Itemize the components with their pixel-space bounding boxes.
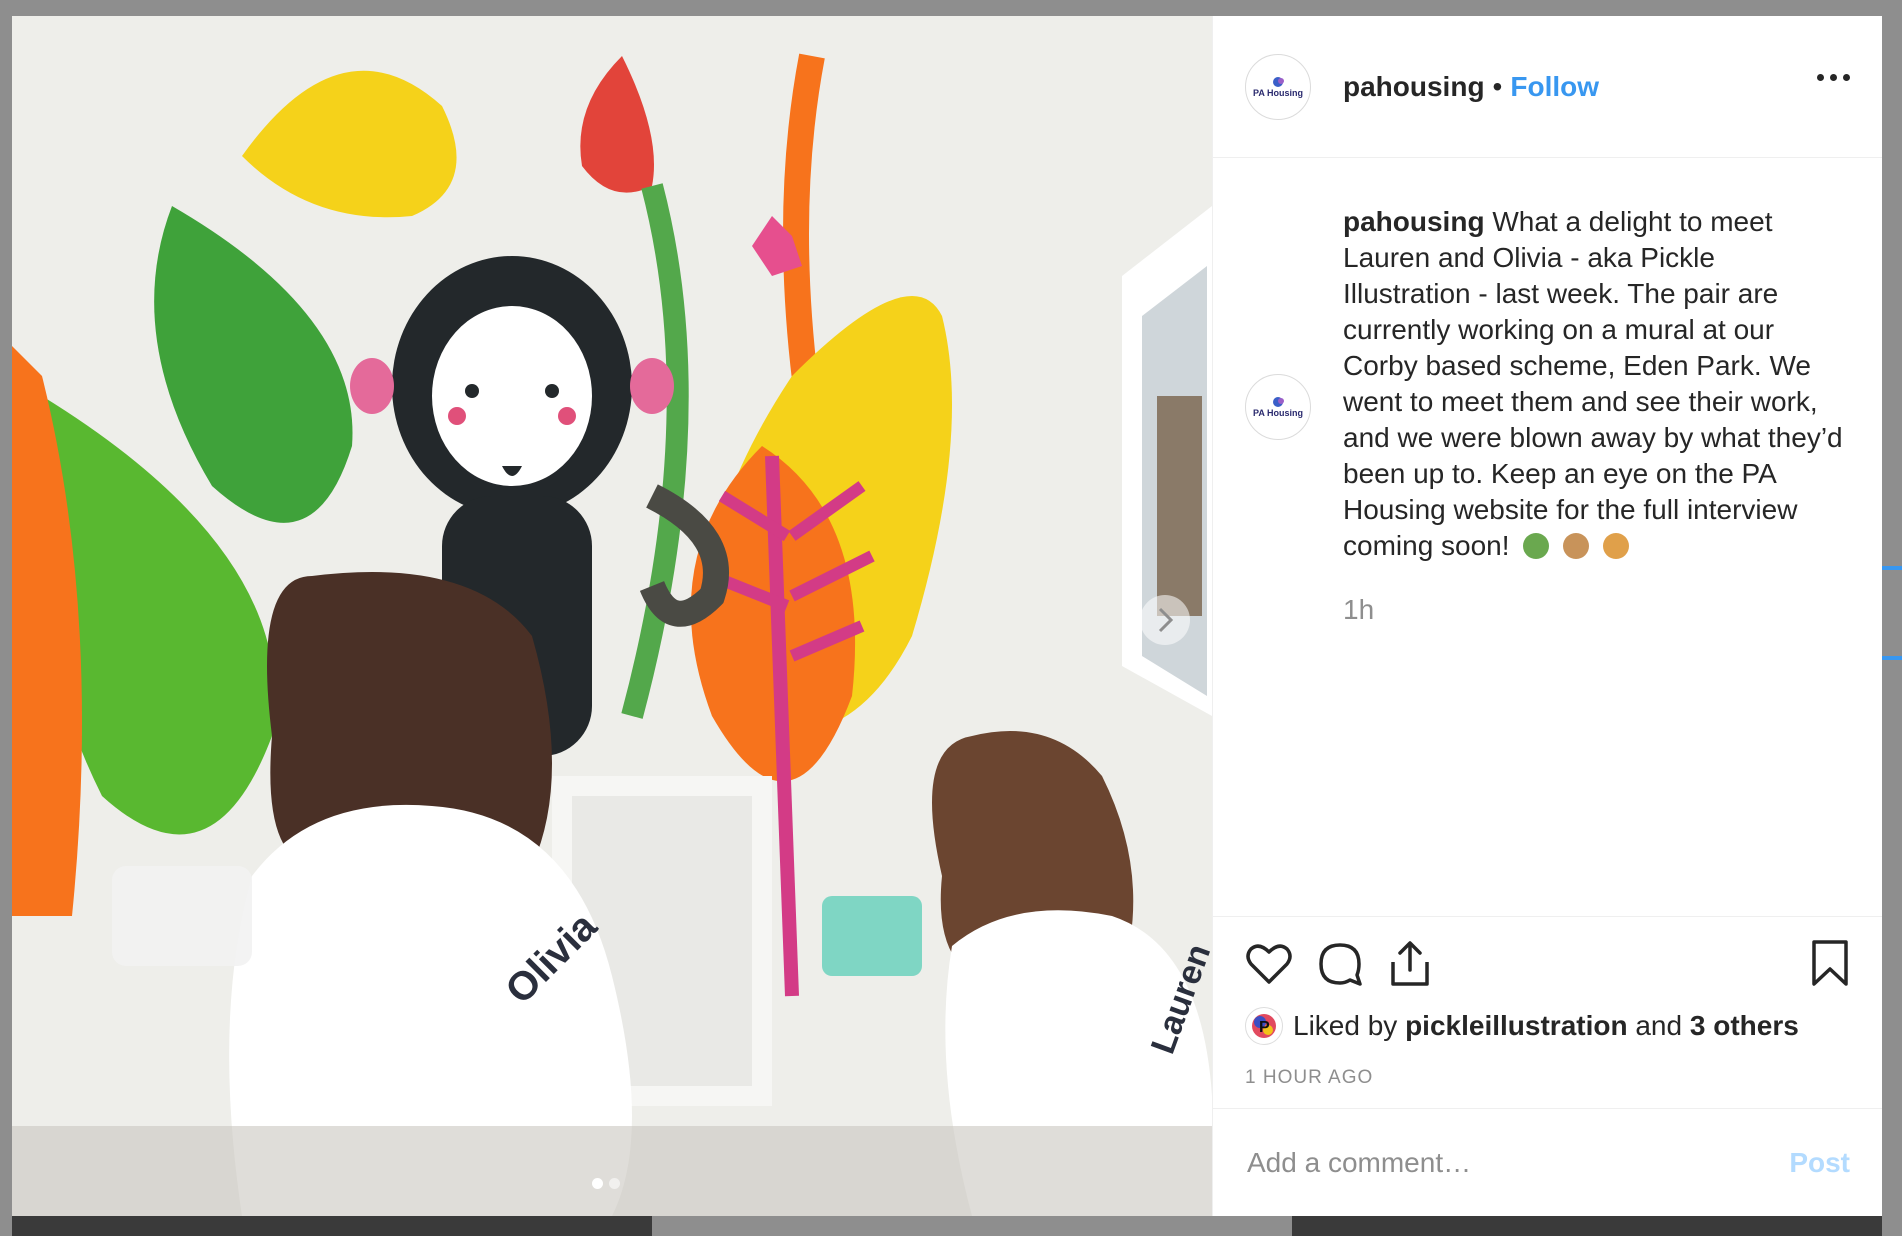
share-icon[interactable]	[1387, 940, 1433, 988]
chevron-right-icon	[1158, 607, 1174, 633]
post-photo: Olivia Lauren	[12, 16, 1212, 1216]
likes-and: and	[1635, 1010, 1683, 1041]
background-accent	[1882, 656, 1902, 660]
more-options-icon[interactable]	[1817, 74, 1850, 81]
liker-avatar[interactable]: P	[1245, 1007, 1283, 1045]
header-username[interactable]: pahousing	[1343, 71, 1485, 103]
pickle-logo-icon: P	[1252, 1014, 1276, 1038]
carousel-dot	[609, 1178, 620, 1189]
herb-emoji-icon	[1523, 533, 1550, 559]
actions-section: P Liked by pickleillustration and 3 othe…	[1213, 916, 1882, 1108]
background-strip	[12, 1216, 652, 1236]
carousel-indicator	[592, 1178, 620, 1189]
liked-by-user-link[interactable]: pickleillustration	[1405, 1010, 1628, 1042]
carousel-dot-active	[592, 1178, 603, 1189]
background-accent	[1882, 566, 1902, 570]
mural-photo-illustration: Olivia Lauren	[12, 16, 1212, 1216]
carousel-next-button[interactable]	[1140, 595, 1190, 645]
post-timestamp[interactable]: 1 HOUR AGO	[1245, 1067, 1850, 1089]
likes-prefix: Liked by	[1293, 1010, 1398, 1041]
header-separator: •	[1492, 70, 1503, 102]
pa-housing-logo-icon	[1273, 397, 1284, 407]
post-modal: Olivia Lauren PA Housing pahousing • Fol…	[12, 16, 1882, 1216]
likes-summary: P Liked by pickleillustration and 3 othe…	[1245, 1007, 1850, 1045]
follow-button[interactable]: Follow	[1510, 71, 1599, 103]
post-comment-button[interactable]: Post	[1789, 1147, 1850, 1179]
bookmark-icon[interactable]	[1810, 939, 1850, 987]
likes-others-link[interactable]: 3 others	[1690, 1010, 1799, 1042]
svg-text:P: P	[1259, 1019, 1270, 1036]
post-sidebar: PA Housing pahousing • Follow PA Housing…	[1212, 16, 1882, 1216]
pa-housing-logo-icon	[1273, 76, 1284, 87]
caption-text: pahousing What a delight to meet Lauren …	[1343, 204, 1843, 564]
post-header: PA Housing pahousing • Follow	[1213, 16, 1882, 158]
comment-section: Post	[1213, 1108, 1882, 1216]
caption-body: What a delight to meet Lauren and Olivia…	[1343, 206, 1843, 561]
avatar-logo-text: PA Housing	[1253, 408, 1303, 418]
caption-username[interactable]: pahousing	[1343, 206, 1485, 237]
comment-icon[interactable]	[1317, 941, 1363, 987]
palette-emoji-icon	[1602, 533, 1629, 559]
caption-time: 1h	[1343, 594, 1375, 625]
heart-icon[interactable]	[1245, 942, 1293, 986]
comment-input[interactable]	[1245, 1145, 1729, 1180]
avatar-logo-text: PA Housing	[1253, 87, 1303, 98]
caption-avatar[interactable]: PA Housing	[1245, 374, 1311, 440]
monkey-emoji-icon	[1563, 533, 1590, 559]
background-strip	[1292, 1216, 1882, 1236]
profile-avatar[interactable]: PA Housing	[1245, 53, 1311, 120]
caption-section: PA Housing pahousing What a delight to m…	[1213, 158, 1882, 916]
